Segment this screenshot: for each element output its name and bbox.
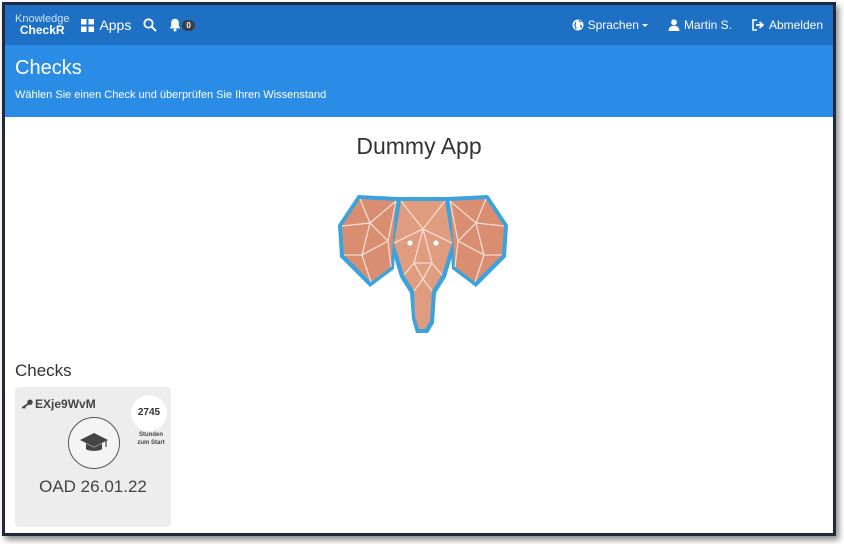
chevron-down-icon xyxy=(641,23,648,27)
page-header: Checks Wählen Sie einen Check und überpr… xyxy=(5,45,833,117)
page-subtitle: Wählen Sie einen Check und überprüfen Si… xyxy=(15,89,327,101)
language-label: Sprachen xyxy=(587,18,639,32)
notifications-button[interactable]: 0 xyxy=(169,18,195,32)
hours-counter: 2745 xyxy=(131,395,167,431)
search-button[interactable] xyxy=(143,18,158,32)
logout-label: Abmelden xyxy=(768,18,823,32)
graduation-cap-icon xyxy=(80,433,108,451)
logout-icon xyxy=(752,19,765,31)
search-icon xyxy=(143,18,158,32)
elephant-logo-icon xyxy=(338,195,508,333)
apps-label: Apps xyxy=(99,17,132,33)
brand-line2: CheckR xyxy=(19,23,65,37)
section-title: Checks xyxy=(15,361,72,380)
globe-icon xyxy=(572,19,584,31)
user-menu[interactable]: Martin S. xyxy=(668,18,732,32)
apps-grid-icon xyxy=(81,18,95,32)
brand-logo[interactable]: Knowledge CheckR xyxy=(15,14,69,37)
hours-label-line1: Stunden xyxy=(139,432,163,438)
hours-label-line2: zum Start xyxy=(137,440,165,446)
hours-label: Stunden zum Start xyxy=(129,431,173,447)
start-check-button[interactable] xyxy=(68,417,120,469)
page-title: Checks xyxy=(15,57,82,79)
bell-icon xyxy=(169,18,181,32)
notification-badge: 0 xyxy=(182,19,195,31)
apps-menu[interactable]: Apps xyxy=(81,17,131,33)
language-dropdown[interactable]: Sprachen xyxy=(572,18,648,32)
check-code: EXje9WvM xyxy=(21,397,96,411)
top-navbar: Knowledge CheckR Apps 0 Sprachen Martin … xyxy=(5,5,833,45)
key-icon xyxy=(21,399,33,409)
check-card[interactable]: EXje9WvM 2745 Stunden zum Start OAD 26.0… xyxy=(15,387,171,527)
user-label: Martin S. xyxy=(683,18,732,32)
check-code-text: EXje9WvM xyxy=(35,397,96,411)
user-icon xyxy=(668,19,680,31)
hours-value: 2745 xyxy=(137,407,161,418)
app-title: Dummy App xyxy=(356,133,482,159)
app-window: Knowledge CheckR Apps 0 Sprachen Martin … xyxy=(2,2,836,536)
check-name: OAD 26.01.22 xyxy=(39,477,147,496)
logout-button[interactable]: Abmelden xyxy=(752,18,823,32)
